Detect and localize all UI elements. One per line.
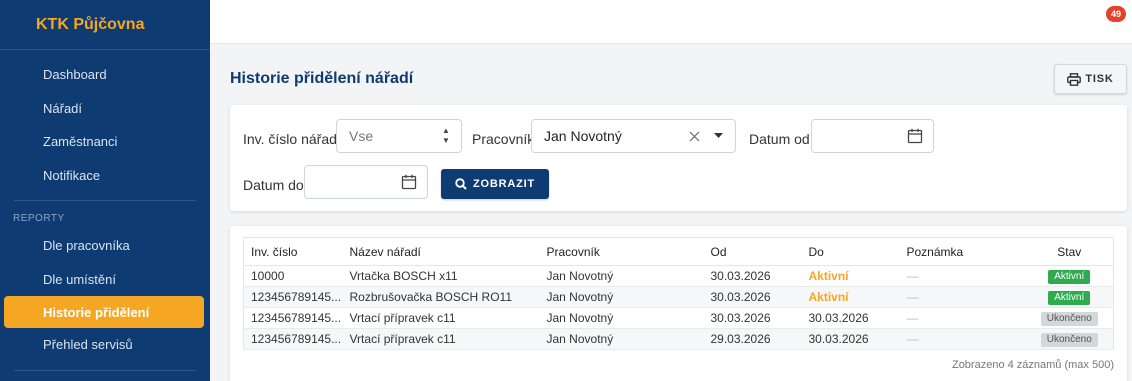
date-from-label: Datum od: [749, 131, 810, 147]
cell-name: Vrtací přípravek c11: [342, 328, 540, 350]
clear-icon[interactable]: [689, 131, 700, 142]
printer-icon: [1067, 72, 1082, 86]
sidebar-section-reporty: REPORTY: [13, 212, 65, 224]
status-badge: Ukončeno: [1040, 312, 1098, 326]
inv-number-label: Inv. číslo nářadí: [243, 131, 341, 147]
sidebar-divider: [14, 200, 196, 201]
column-header-od[interactable]: Od: [703, 237, 802, 266]
cell-do: 30.03.2026: [801, 328, 900, 350]
cell-worker: Jan Novotný: [539, 307, 704, 329]
main-nav: Dashboard Nářadí Zaměstnanci Notifikace: [0, 50, 210, 192]
column-header-inv[interactable]: Inv. číslo: [243, 237, 343, 266]
cell-do: Aktivní: [801, 286, 900, 308]
cell-inv: 123456789145...: [243, 286, 343, 308]
cell-do: Aktivní: [801, 265, 900, 287]
cell-inv: 123456789145...: [243, 307, 343, 329]
table-row[interactable]: 10000 Vrtačka BOSCH x11 Jan Novotný 30.0…: [243, 265, 1114, 287]
table-row[interactable]: 123456789145... Vrtací přípravek c11 Jan…: [243, 307, 1114, 329]
inv-number-input[interactable]: Vse ▲ ▼: [336, 119, 462, 153]
sidebar-item-prehled-servisu[interactable]: Přehled servisů: [0, 328, 210, 362]
number-stepper-icon[interactable]: ▲ ▼: [439, 126, 453, 146]
cell-worker: Jan Novotný: [539, 286, 704, 308]
column-header-do[interactable]: Do: [801, 237, 900, 266]
status-badge: Ukončeno: [1040, 333, 1098, 347]
cell-worker: Jan Novotný: [539, 265, 704, 287]
sidebar-item-dle-umisteni[interactable]: Dle umístění: [0, 263, 210, 297]
cell-name: Vrtací přípravek c11: [342, 307, 540, 329]
show-label: ZOBRAZIT: [472, 178, 535, 190]
cell-worker: Jan Novotný: [539, 328, 704, 350]
column-header-note[interactable]: Poznámka: [899, 237, 1026, 266]
cell-name: Rozbrušovačka BOSCH RO11: [342, 286, 540, 308]
cell-od: 30.03.2026: [703, 286, 802, 308]
sidebar-item-notifikace[interactable]: Notifikace: [0, 159, 210, 193]
history-table: Inv. číslo Název nářadí Pracovník Od Do …: [243, 237, 1114, 350]
notification-badge[interactable]: 49: [1105, 6, 1126, 22]
column-header-name[interactable]: Název nářadí: [342, 237, 540, 266]
sidebar: KTK Půjčovna Dashboard Nářadí Zaměstnanc…: [0, 0, 210, 381]
app-brand[interactable]: KTK Půjčovna: [0, 0, 210, 50]
records-count: Zobrazeno 4 záznamů (max 500): [951, 359, 1114, 371]
filter-panel: Inv. číslo nářadí Vse ▲ ▼ Pracovník Jan N…: [230, 105, 1127, 211]
table-row[interactable]: 123456789145... Rozbrušovačka BOSCH RO11…: [243, 286, 1114, 308]
cell-inv: 123456789145...: [243, 328, 343, 350]
results-panel: Inv. číslo Název nářadí Pracovník Od Do …: [230, 226, 1127, 381]
sidebar-item-dashboard[interactable]: Dashboard: [0, 58, 210, 92]
worker-select-value: Jan Novotný: [544, 128, 622, 144]
cell-inv: 10000: [243, 265, 343, 287]
topbar: 49: [210, 0, 1132, 44]
sidebar-item-historie-prideleni[interactable]: Historie přidělení: [4, 296, 204, 328]
column-header-stav[interactable]: Stav: [1025, 237, 1114, 266]
table-row[interactable]: 123456789145... Vrtací přípravek c11 Jan…: [243, 328, 1114, 350]
cell-od: 29.03.2026: [703, 328, 802, 350]
reports-nav: Dle pracovníka Dle umístění Historie při…: [0, 229, 210, 362]
column-header-worker[interactable]: Pracovník: [539, 237, 704, 266]
date-to-label: Datum do: [243, 177, 304, 193]
sidebar-item-naradi[interactable]: Nářadí: [0, 92, 210, 126]
table-header-row: Inv. číslo Název nářadí Pracovník Od Do …: [243, 237, 1114, 266]
date-from-input[interactable]: [811, 119, 934, 153]
chevron-down-icon[interactable]: [714, 133, 723, 139]
print-label: TISK: [1085, 73, 1114, 85]
date-to-input[interactable]: [304, 165, 428, 199]
print-button[interactable]: TISK: [1054, 64, 1127, 94]
sidebar-item-zamestnanci[interactable]: Zaměstnanci: [0, 125, 210, 159]
calendar-icon[interactable]: [401, 174, 417, 190]
cell-od: 30.03.2026: [703, 265, 802, 287]
show-button[interactable]: ZOBRAZIT: [441, 169, 549, 199]
cell-od: 30.03.2026: [703, 307, 802, 329]
sidebar-item-dle-pracovnika[interactable]: Dle pracovníka: [0, 229, 210, 263]
calendar-icon[interactable]: [907, 128, 923, 144]
worker-label: Pracovník: [472, 131, 535, 147]
cell-do: 30.03.2026: [801, 307, 900, 329]
cell-name: Vrtačka BOSCH x11: [342, 265, 540, 287]
worker-select[interactable]: Jan Novotný: [531, 119, 736, 153]
cell-note: —: [899, 265, 1026, 287]
page-title: Historie přidělení nářadí: [230, 70, 414, 87]
search-icon: [455, 178, 467, 190]
status-badge: Aktivní: [1048, 270, 1091, 284]
cell-note: —: [899, 307, 1026, 329]
inv-number-placeholder: Vse: [349, 128, 374, 144]
cell-note: —: [899, 286, 1026, 308]
status-badge: Aktivní: [1048, 291, 1091, 305]
cell-note: —: [899, 328, 1026, 350]
sidebar-divider-bottom: [14, 370, 196, 371]
